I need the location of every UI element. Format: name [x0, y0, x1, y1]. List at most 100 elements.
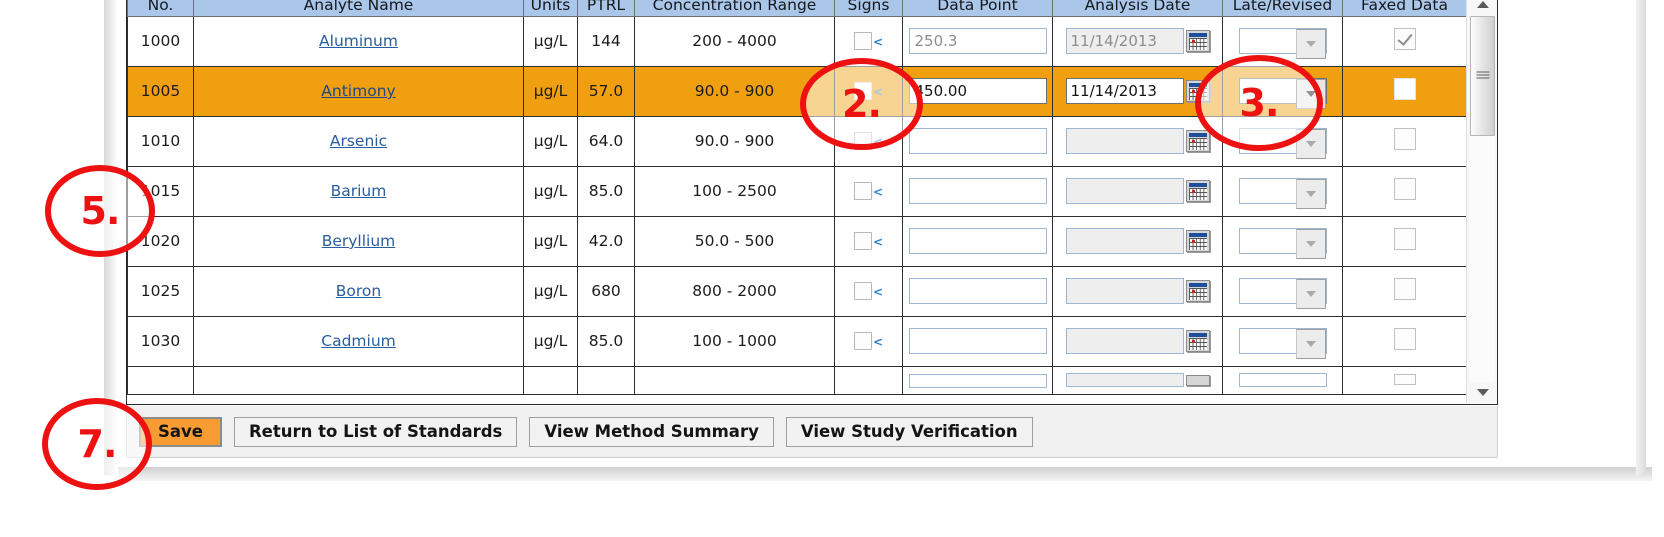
- cell-ptrl: 42.0: [577, 215, 635, 267]
- analysis-date-group: [1057, 178, 1218, 204]
- less-than-checkbox[interactable]: [853, 332, 872, 350]
- analysis-date-input[interactable]: [1065, 328, 1184, 354]
- sign-group: <: [839, 182, 898, 200]
- data-point-input[interactable]: [908, 278, 1047, 304]
- data-point-input[interactable]: [908, 228, 1047, 254]
- cell-faxed-data: [1342, 265, 1467, 317]
- scrollbar-track[interactable]: [1470, 136, 1495, 382]
- column-header-analysis-date[interactable]: Analysis Date: [1052, 0, 1223, 17]
- column-header-signs[interactable]: Signs: [834, 0, 903, 17]
- calendar-icon[interactable]: [1185, 330, 1210, 352]
- late-revised-dropdown[interactable]: [1238, 373, 1327, 387]
- data-point-input[interactable]: [908, 373, 1047, 388]
- cell-no: 1030: [127, 315, 194, 367]
- calendar-icon[interactable]: [1185, 180, 1210, 202]
- view-method-summary-button[interactable]: View Method Summary: [529, 416, 774, 447]
- cell-units: µg/L: [523, 65, 578, 117]
- sign-group: <: [839, 332, 898, 350]
- chevron-down-icon[interactable]: [1295, 229, 1326, 259]
- analyte-link[interactable]: Boron: [336, 282, 381, 300]
- column-header-no[interactable]: No.: [127, 0, 194, 17]
- analysis-date-input[interactable]: [1065, 228, 1184, 254]
- scroll-down-button[interactable]: [1467, 382, 1497, 403]
- analysis-date-input[interactable]: [1065, 373, 1184, 387]
- data-point-input[interactable]: [908, 178, 1047, 204]
- late-revised-dropdown[interactable]: [1238, 278, 1327, 309]
- chevron-down-icon[interactable]: [1295, 179, 1326, 209]
- cell-analysis-date: [1052, 165, 1223, 217]
- late-revised-dropdown[interactable]: [1238, 28, 1327, 59]
- column-header-data-point[interactable]: Data Point: [902, 0, 1053, 17]
- faxed-data-checkbox[interactable]: [1393, 328, 1416, 350]
- less-than-checkbox[interactable]: [853, 32, 872, 50]
- late-revised-dropdown[interactable]: [1238, 178, 1327, 209]
- column-header-concentration-range[interactable]: Concentration Range: [634, 0, 835, 17]
- calendar-icon[interactable]: [1185, 130, 1210, 152]
- analyte-link[interactable]: Antimony: [321, 82, 395, 100]
- column-header-ptrl[interactable]: PTRL: [577, 0, 635, 17]
- column-header-late-revised[interactable]: Late/Revised: [1222, 0, 1343, 17]
- column-header-faxed-data[interactable]: Faxed Data: [1342, 0, 1467, 17]
- faxed-data-checkbox[interactable]: [1393, 128, 1416, 150]
- analysis-date-input[interactable]: [1065, 178, 1184, 204]
- calendar-icon[interactable]: [1185, 30, 1210, 52]
- faxed-data-checkbox[interactable]: [1393, 374, 1416, 385]
- faxed-data-checkbox[interactable]: [1393, 278, 1416, 300]
- faxed-data-checkbox[interactable]: [1393, 178, 1416, 200]
- cell-concentration-range: 100 - 1000: [634, 315, 835, 367]
- less-than-checkbox[interactable]: [853, 282, 872, 300]
- chevron-down-icon[interactable]: [1295, 329, 1326, 359]
- less-than-checkbox[interactable]: [853, 182, 872, 200]
- cell-units: µg/L: [523, 315, 578, 367]
- analyte-link[interactable]: Aluminum: [319, 32, 398, 50]
- cell-signs: <: [834, 315, 903, 367]
- calendar-icon[interactable]: [1185, 374, 1210, 386]
- column-header-analyte-name[interactable]: Analyte Name: [193, 0, 524, 17]
- analysis-date-input[interactable]: 11/14/2013: [1065, 28, 1184, 54]
- column-header-units[interactable]: Units: [523, 0, 578, 17]
- scrollbar-thumb[interactable]: [1470, 16, 1495, 136]
- table-row[interactable]: 1025 Boron µg/L 680 800 - 2000 <: [127, 265, 1467, 317]
- return-to-list-button[interactable]: Return to List of Standards: [233, 416, 518, 447]
- analyte-link[interactable]: Barium: [331, 182, 387, 200]
- calendar-icon[interactable]: [1185, 230, 1210, 252]
- late-revised-dropdown[interactable]: [1238, 228, 1327, 259]
- view-study-verification-button[interactable]: View Study Verification: [785, 416, 1033, 447]
- table-row-partial[interactable]: [127, 365, 1467, 395]
- analysis-date-input[interactable]: [1065, 128, 1184, 154]
- scroll-up-button[interactable]: [1467, 0, 1497, 15]
- cell-analyte-name: Antimony: [193, 65, 524, 117]
- table-row[interactable]: 1020 Beryllium µg/L 42.0 50.0 - 500 <: [127, 215, 1467, 267]
- data-point-input[interactable]: 450.00: [908, 78, 1047, 104]
- chevron-down-icon[interactable]: [1295, 29, 1326, 59]
- cell-data-point: [902, 315, 1053, 367]
- data-point-input[interactable]: [908, 128, 1047, 154]
- cell-analysis-date: [1052, 265, 1223, 317]
- annotation-marker-2: 2.: [800, 58, 923, 150]
- cell-late-revised: [1222, 165, 1343, 217]
- table-row[interactable]: 1015 Barium µg/L 85.0 100 - 2500 <: [127, 165, 1467, 217]
- faxed-data-checkbox[interactable]: [1393, 28, 1416, 50]
- data-point-input[interactable]: 250.3: [908, 28, 1047, 54]
- cell-ptrl: 57.0: [577, 65, 635, 117]
- cell-ptrl: 85.0: [577, 315, 635, 367]
- less-than-checkbox[interactable]: [853, 232, 872, 250]
- calendar-icon[interactable]: [1185, 280, 1210, 302]
- cell-no: 1000: [127, 15, 194, 67]
- late-revised-dropdown[interactable]: [1238, 328, 1327, 359]
- vertical-scrollbar[interactable]: [1466, 0, 1497, 403]
- data-point-input[interactable]: [908, 328, 1047, 354]
- table-header: No. Analyte Name Units PTRL Concentratio…: [127, 0, 1467, 17]
- analyte-link[interactable]: Beryllium: [322, 232, 396, 250]
- cell-units: µg/L: [523, 265, 578, 317]
- cell-late-revised: [1222, 215, 1343, 267]
- analysis-date-input[interactable]: [1065, 278, 1184, 304]
- faxed-data-checkbox[interactable]: [1393, 228, 1416, 250]
- chevron-down-icon[interactable]: [1295, 279, 1326, 309]
- analysis-date-input[interactable]: 11/14/2013: [1065, 78, 1184, 104]
- analyte-link[interactable]: Arsenic: [330, 132, 387, 150]
- faxed-data-checkbox[interactable]: [1393, 78, 1416, 100]
- table-row[interactable]: 1030 Cadmium µg/L 85.0 100 - 1000 <: [127, 315, 1467, 367]
- analyte-link[interactable]: Cadmium: [321, 332, 396, 350]
- cell-analyte-name: Barium: [193, 165, 524, 217]
